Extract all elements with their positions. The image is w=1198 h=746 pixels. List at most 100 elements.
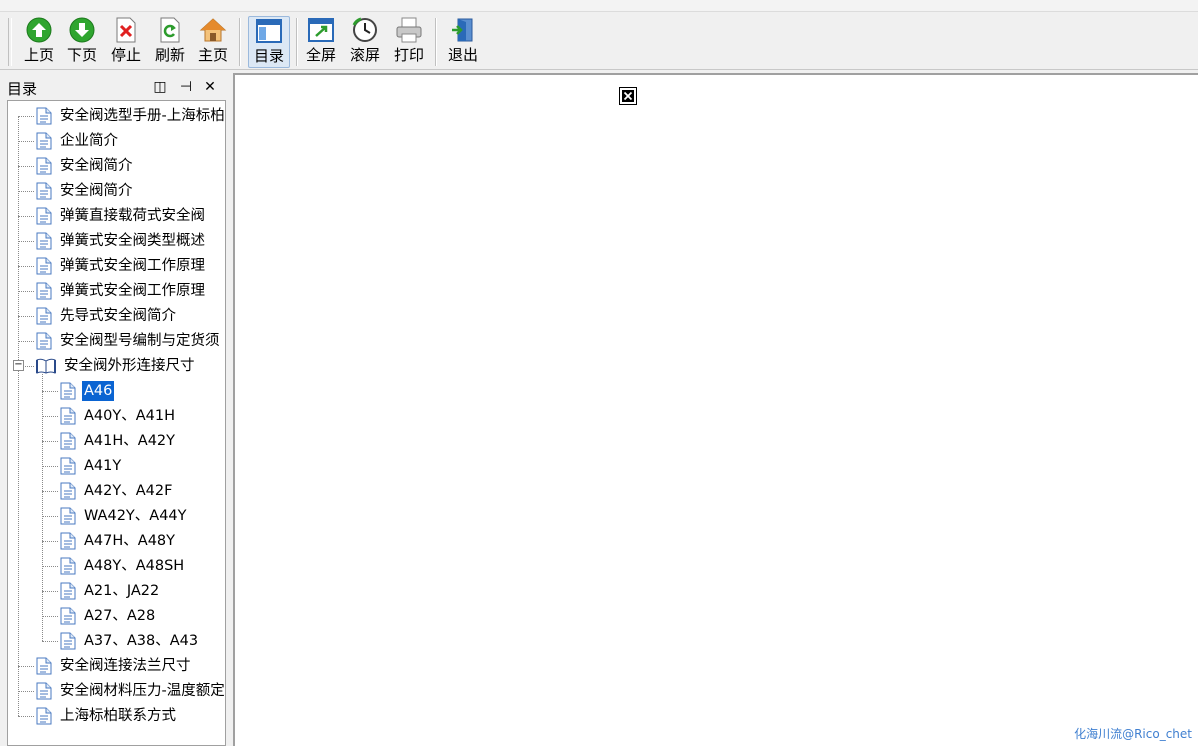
- float-pane-icon[interactable]: ◫: [152, 79, 168, 95]
- fullscreen-button[interactable]: 全屏: [303, 16, 339, 68]
- tree-item[interactable]: 弹簧式安全阀工作原理: [18, 279, 207, 303]
- contents-tree[interactable]: 安全阀选型手册-上海标柏 企业简介 安全阀简介 安全阀简介 弹簧直接载荷式安全阀 弹簧式安…: [7, 100, 226, 746]
- tree-connector: [42, 391, 58, 392]
- tree-item[interactable]: 安全阀型号编制与定货须: [18, 329, 222, 353]
- home-label: 主页: [197, 46, 228, 64]
- content-viewer[interactable]: 化海川流@Rico_chet: [233, 73, 1198, 746]
- document-icon: [60, 507, 76, 525]
- tree-item[interactable]: 安全阀简介: [18, 179, 135, 203]
- refresh-button[interactable]: 刷新: [153, 16, 187, 68]
- tree-item[interactable]: 安全阀连接法兰尺寸: [18, 654, 193, 678]
- tree-connector: [42, 416, 58, 417]
- tree-connector: [42, 591, 58, 592]
- next-page-label: 下页: [66, 46, 97, 64]
- tree-connector: [42, 466, 58, 467]
- tree-child-item[interactable]: A21、JA22: [42, 579, 161, 603]
- document-icon: [36, 307, 52, 325]
- tree-item[interactable]: 安全阀选型手册-上海标柏: [18, 104, 225, 128]
- tree-item-label: 安全阀简介: [60, 183, 133, 199]
- document-icon: [60, 457, 76, 475]
- toolbar-grip[interactable]: [8, 18, 12, 66]
- tree-item-label: 上海标柏联系方式: [60, 708, 176, 724]
- print-icon: [395, 16, 423, 44]
- contents-button[interactable]: 目录: [248, 16, 290, 68]
- tree-item-label: 企业简介: [60, 133, 118, 149]
- tree-item-label: 安全阀简介: [60, 158, 133, 174]
- print-button[interactable]: 打印: [391, 16, 427, 68]
- watermark-text: 化海川流@Rico_chet: [1074, 727, 1192, 741]
- tree-item[interactable]: 弹簧式安全阀工作原理: [18, 254, 207, 278]
- document-icon: [60, 582, 76, 600]
- tree-item-label: 安全阀型号编制与定货须: [60, 333, 220, 349]
- fullscreen-label: 全屏: [305, 46, 336, 64]
- document-icon: [60, 382, 76, 400]
- prev-page-button[interactable]: 上页: [22, 16, 56, 68]
- tree-item-label: A21、JA22: [84, 583, 160, 599]
- tree-child-item[interactable]: A48Y、A48SH: [42, 554, 186, 578]
- tree-item-label: 安全阀连接法兰尺寸: [60, 658, 191, 674]
- tree-connector: [18, 291, 34, 292]
- home-button[interactable]: 主页: [196, 16, 230, 68]
- tree-child-item[interactable]: A37、A38、A43: [42, 629, 200, 653]
- tree-child-item[interactable]: A41H、A42Y: [42, 429, 177, 453]
- document-icon: [36, 182, 52, 200]
- close-pane-icon[interactable]: ✕: [202, 79, 218, 95]
- fullscreen-icon: [307, 16, 335, 44]
- document-icon: [36, 157, 52, 175]
- home-icon: [199, 16, 227, 44]
- tree-item-label: 弹簧式安全阀工作原理: [60, 283, 205, 299]
- tree-item-label: A48Y、A48SH: [84, 558, 185, 574]
- tree-item-label: 先导式安全阀简介: [60, 308, 176, 324]
- tree-connector: [18, 191, 34, 192]
- contents-pane-header: 目录 ◫ ⊣ ✕: [0, 77, 229, 99]
- tree-item[interactable]: − 安全阀外形连接尺寸: [13, 354, 197, 378]
- tree-child-item[interactable]: A42Y、A42F: [42, 479, 174, 503]
- tree-item[interactable]: 弹簧式安全阀类型概述: [18, 229, 207, 253]
- tree-item[interactable]: 安全阀材料压力-温度额定: [18, 679, 225, 703]
- autoscroll-label: 滚屏: [349, 46, 380, 64]
- tree-connector: [42, 441, 58, 442]
- document-icon: [36, 657, 52, 675]
- exit-label: 退出: [447, 46, 478, 64]
- tree-connector: [42, 641, 58, 642]
- contents-pane: 目录 ◫ ⊣ ✕ 安全阀选型手册-上海标柏 企业简介 安全阀简介 安全阀简介 弹簧直接载…: [0, 73, 229, 746]
- tree-item-label: 安全阀材料压力-温度额定: [60, 683, 225, 699]
- document-icon: [60, 407, 76, 425]
- arrow-up-icon: [25, 16, 53, 44]
- tree-item-label: A42Y、A42F: [84, 483, 173, 499]
- tree-connector: [18, 141, 34, 142]
- tree-item-label: A37、A38、A43: [84, 633, 199, 649]
- pin-icon[interactable]: ⊣: [178, 79, 194, 95]
- autoscroll-button[interactable]: 滚屏: [347, 16, 383, 68]
- tree-connector: [18, 716, 34, 717]
- tree-child-item[interactable]: A40Y、A41H: [42, 404, 177, 428]
- tree-item[interactable]: 企业简介: [18, 129, 120, 153]
- next-page-button[interactable]: 下页: [65, 16, 99, 68]
- exit-button[interactable]: 退出: [445, 16, 481, 68]
- tree-connector: [42, 616, 58, 617]
- tree-item-label: A41Y: [84, 458, 122, 474]
- document-icon: [60, 607, 76, 625]
- tree-item-label: WA42Y、A44Y: [84, 508, 187, 524]
- tree-child-item[interactable]: WA42Y、A44Y: [42, 504, 189, 528]
- collapse-icon[interactable]: −: [13, 360, 24, 371]
- stop-label: 停止: [110, 46, 141, 64]
- tree-child-item[interactable]: A27、A28: [42, 604, 157, 628]
- stop-button[interactable]: 停止: [109, 16, 143, 68]
- window-top-strip: [0, 0, 1198, 12]
- tree-item[interactable]: 先导式安全阀简介: [18, 304, 178, 328]
- tree-item-label: 安全阀外形连接尺寸: [64, 358, 195, 374]
- print-label: 打印: [393, 46, 424, 64]
- tree-item[interactable]: 安全阀简介: [18, 154, 135, 178]
- document-icon: [36, 207, 52, 225]
- broken-image-icon: [619, 87, 637, 105]
- tree-child-item[interactable]: A46: [42, 379, 116, 403]
- tree-item[interactable]: 弹簧直接载荷式安全阀: [18, 204, 207, 228]
- tree-item-label: A40Y、A41H: [84, 408, 176, 424]
- tree-connector: [42, 491, 58, 492]
- tree-child-item[interactable]: A47H、A48Y: [42, 529, 177, 553]
- document-icon: [36, 257, 52, 275]
- tree-item-label: 弹簧直接载荷式安全阀: [60, 208, 205, 224]
- tree-item[interactable]: 上海标柏联系方式: [18, 704, 178, 728]
- tree-child-item[interactable]: A41Y: [42, 454, 123, 478]
